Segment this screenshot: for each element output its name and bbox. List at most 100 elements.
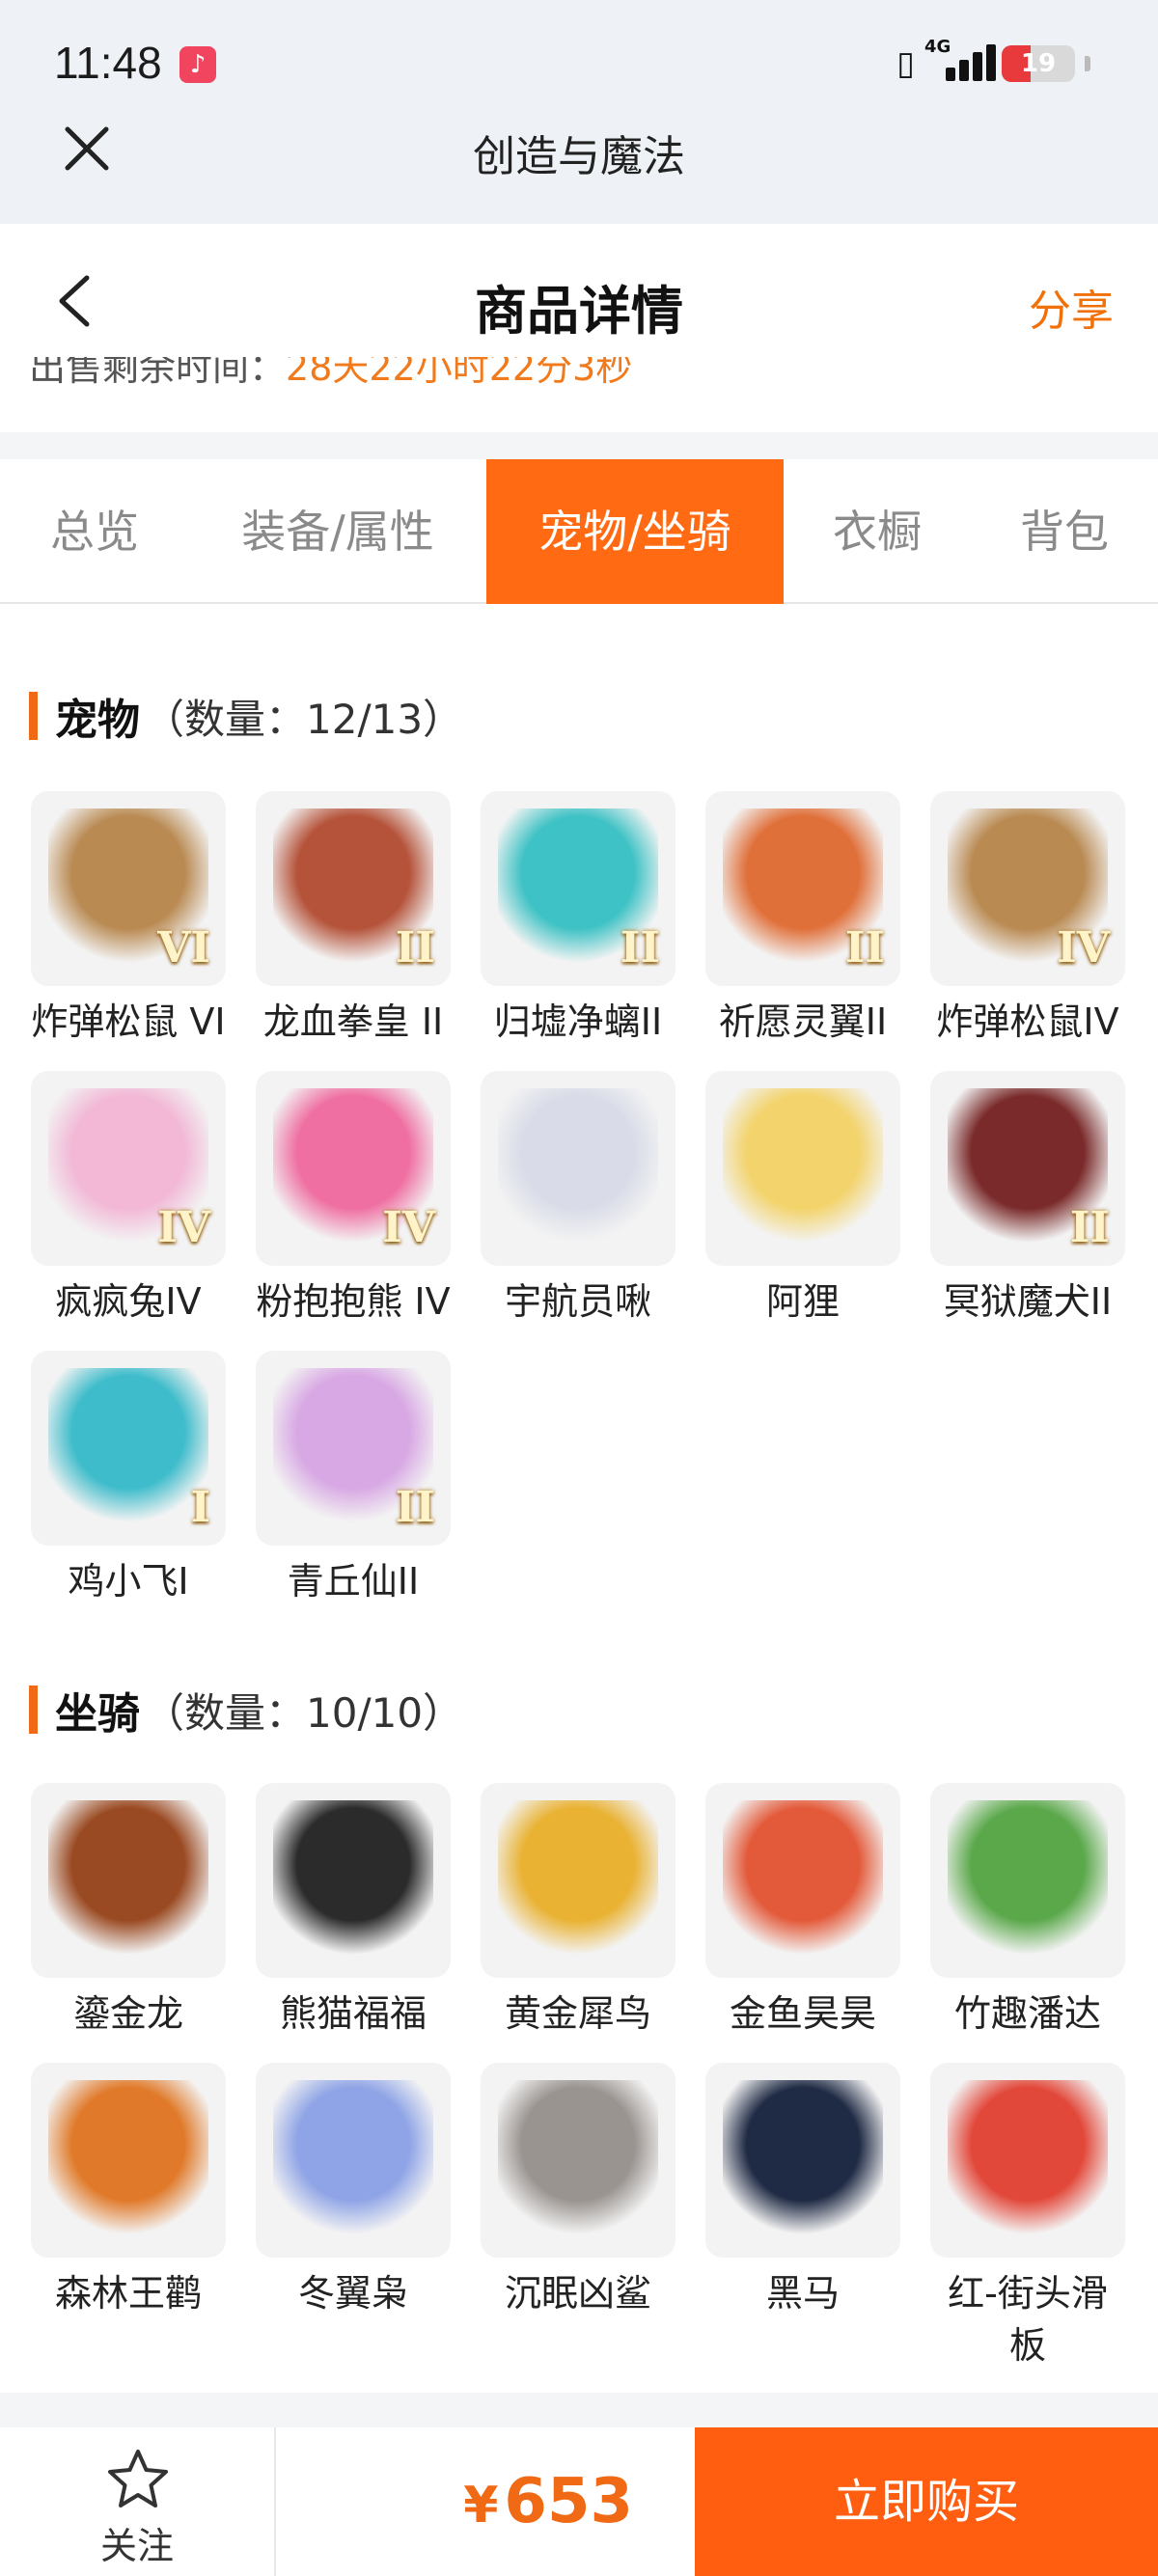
astronaut-icon [498,1088,658,1248]
pet-thumbnail: I [31,1351,226,1546]
chick-icon [48,1368,208,1528]
mount-thumbnail [930,1783,1125,1978]
tab-equipment[interactable]: 装备/属性 [189,459,486,604]
shark-icon [498,2080,658,2240]
mount-name: 红-街头滑板 [948,2272,1108,2367]
rank-badge: IV [1057,923,1110,973]
pet-thumbnail: IV [31,1071,226,1266]
pet-item[interactable]: II 青丘仙II [256,1351,451,1607]
mount-name: 鎏金龙 [72,1992,183,2035]
rank-badge: II [395,923,435,973]
pet-thumbnail: IV [256,1071,451,1266]
hornbill-icon [498,1800,658,1960]
pets-section-header: 宠物 （数量：12/13） [29,687,463,745]
mount-name: 黑马 [765,2272,840,2315]
tab-wardrobe[interactable]: 衣橱 [784,459,971,604]
mount-item[interactable]: 黑马 [705,2063,900,2319]
section-accent-bar [29,1685,38,1734]
pet-thumbnail: VI [31,791,226,986]
status-bar: 11:48 ♪ ▯ 4G 19 [0,0,1158,131]
mount-thumbnail [31,1783,226,1978]
pet-thumbnail: II [930,1071,1125,1266]
pet-item[interactable]: 宇航员啾 [481,1071,676,1328]
mount-thumbnail [31,2063,226,2258]
price: ¥653 [276,2427,695,2576]
battery-icon: 19 [1002,45,1075,82]
mount-thumbnail [256,2063,451,2258]
vibrate-icon: ▯ [896,44,915,83]
mount-name: 金鱼昊昊 [729,1992,876,2035]
pet-name: 冥狱魔犬II [943,1280,1113,1323]
pet-name: 龙血拳皇 II [262,1000,444,1043]
pet-thumbnail: II [481,791,676,986]
status-time: 11:48 [54,38,162,88]
bamboo-panda-icon [948,1800,1108,1960]
tab-pets-mounts[interactable]: 宠物/坐骑 [486,459,784,604]
pet-item[interactable]: VI 炸弹松鼠 VI [31,791,226,1048]
pet-name: 粉抱抱熊 IV [256,1280,451,1323]
rank-badge: II [1069,1203,1110,1252]
currency-symbol: ¥ [463,2477,499,2535]
pet-item[interactable]: II 龙血拳皇 II [256,791,451,1048]
rank-badge: I [190,1483,210,1532]
pet-item[interactable]: I 鸡小飞I [31,1351,226,1607]
pets-title: 宠物 [55,696,140,745]
rank-badge: II [620,923,660,973]
mount-name: 冬翼枭 [297,2272,408,2315]
mini-program-title: 创造与魔法 [473,132,685,181]
pet-item[interactable]: II 祈愿灵翼II [705,791,900,1048]
pet-name: 宇航员啾 [504,1280,651,1323]
section-accent-bar [29,692,38,740]
sale-timer-label: 出售剩余时间： [29,357,287,389]
pet-item[interactable]: IV 粉抱抱熊 IV [256,1071,451,1328]
fox-icon [723,1088,883,1248]
golden-dragon-icon [48,1800,208,1960]
mounts-section-header: 坐骑 （数量：10/10） [29,1681,463,1739]
share-button[interactable]: 分享 [1029,276,1114,338]
pet-thumbnail [481,1071,676,1266]
mount-item[interactable]: 鎏金龙 [31,1783,226,2040]
mini-program-header: 11:48 ♪ ▯ 4G 19 创造与魔法 [0,0,1158,224]
rank-badge: VI [157,923,210,973]
mount-name: 竹趣潘达 [953,1992,1101,2035]
mount-thumbnail [481,2063,676,2258]
mounts-title: 坐骑 [55,1689,140,1739]
mount-item[interactable]: 金鱼昊昊 [705,1783,900,2040]
signal-icon: 4G [924,37,996,85]
mount-item[interactable]: 森林王鹳 [31,2063,226,2319]
skateboard-icon [948,2080,1108,2240]
tab-backpack[interactable]: 背包 [971,459,1158,604]
stork-icon [48,2080,208,2240]
rank-badge: IV [382,1203,435,1252]
sale-timer: 出售剩余时间：28天22小时22分3秒 [0,357,1158,396]
pet-item[interactable]: II 冥狱魔犬II [930,1071,1125,1328]
mount-item[interactable]: 黄金犀鸟 [481,1783,676,2040]
pet-item[interactable]: II 归墟净螭II [481,791,676,1048]
horse-icon [723,2080,883,2240]
price-value: 653 [504,2466,633,2537]
sale-timer-value: 28天22小时22分3秒 [286,357,633,389]
pet-item[interactable]: IV 炸弹松鼠IV [930,791,1125,1048]
pet-thumbnail: II [256,791,451,986]
pet-thumbnail: II [256,1351,451,1546]
mount-item[interactable]: 竹趣潘达 [930,1783,1125,2040]
pet-name: 炸弹松鼠IV [936,1000,1119,1043]
owl-icon [273,2080,433,2240]
buy-now-button[interactable]: 立即购买 [695,2427,1158,2576]
mount-item[interactable]: 沉眠凶鲨 [481,2063,676,2319]
tab-overview[interactable]: 总览 [0,459,189,604]
mount-item[interactable]: 熊猫福福 [256,1783,451,2040]
divider [0,432,1158,459]
pet-item[interactable]: 阿狸 [705,1071,900,1328]
mount-item[interactable]: 冬翼枭 [256,2063,451,2319]
pet-item[interactable]: IV 疯疯兔IV [31,1071,226,1328]
star-icon [108,2450,168,2507]
mount-name: 熊猫福福 [279,1992,427,2035]
pet-thumbnail: IV [930,791,1125,986]
follow-button[interactable]: 关注 [0,2427,276,2576]
tiktok-notification-icon: ♪ [179,46,216,83]
mount-name: 黄金犀鸟 [504,1992,651,2035]
mount-item[interactable]: 红-街头滑板 [930,2063,1125,2371]
rank-badge: IV [157,1203,210,1252]
mount-name: 沉眠凶鲨 [504,2272,651,2315]
